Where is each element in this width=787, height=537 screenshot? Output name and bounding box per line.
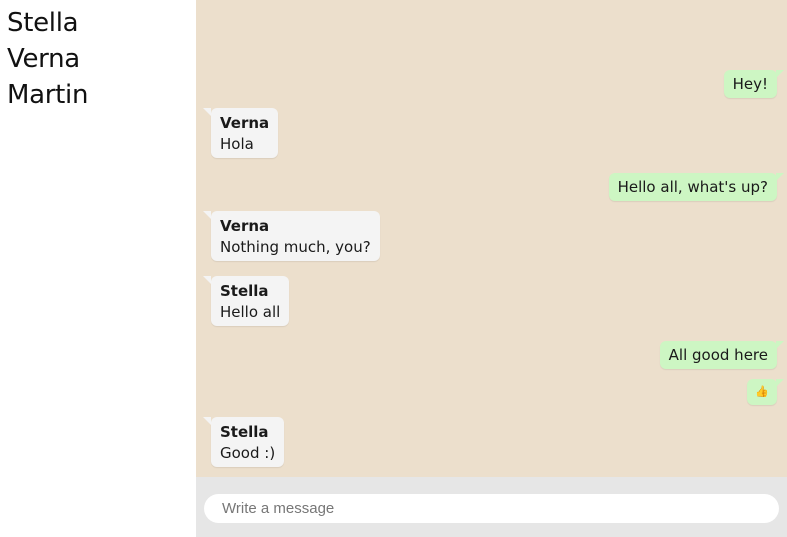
composer-bar	[196, 477, 787, 537]
contact-item-martin[interactable]: Martin	[7, 77, 196, 113]
message-text: Hey!	[732, 75, 768, 93]
message-text: Hola	[220, 135, 254, 153]
message-incoming: Verna Hola	[202, 108, 279, 158]
message-sender: Verna	[220, 217, 270, 235]
message-sender: Verna	[220, 114, 270, 132]
message-thread: Hey! Verna Hola Hello all, what's up? Ve…	[196, 0, 787, 477]
message-input[interactable]	[204, 494, 779, 523]
message-outgoing: All good here	[659, 341, 785, 369]
message-incoming: Stella Good :)	[202, 417, 285, 467]
message-text: Hello all	[220, 303, 281, 321]
message-text: Good :)	[220, 444, 276, 462]
contact-item-verna[interactable]: Verna	[7, 41, 196, 77]
message-sender: Stella	[220, 423, 269, 441]
thumbs-up-icon: 👍	[755, 385, 769, 398]
message-text: Hello all, what's up?	[617, 178, 768, 196]
message-outgoing: Hello all, what's up?	[608, 173, 785, 201]
message-text: All good here	[668, 346, 768, 364]
contact-item-stella[interactable]: Stella	[7, 5, 196, 41]
message-outgoing: 👍	[747, 379, 784, 405]
message-incoming: Verna Nothing much, you?	[203, 211, 380, 261]
contact-list: Stella Verna Martin	[0, 0, 196, 537]
message-incoming: Stella Hello all	[202, 276, 290, 326]
message-sender: Stella	[220, 282, 269, 300]
message-text: Nothing much, you?	[220, 238, 371, 256]
message-outgoing: Hey!	[723, 70, 785, 98]
